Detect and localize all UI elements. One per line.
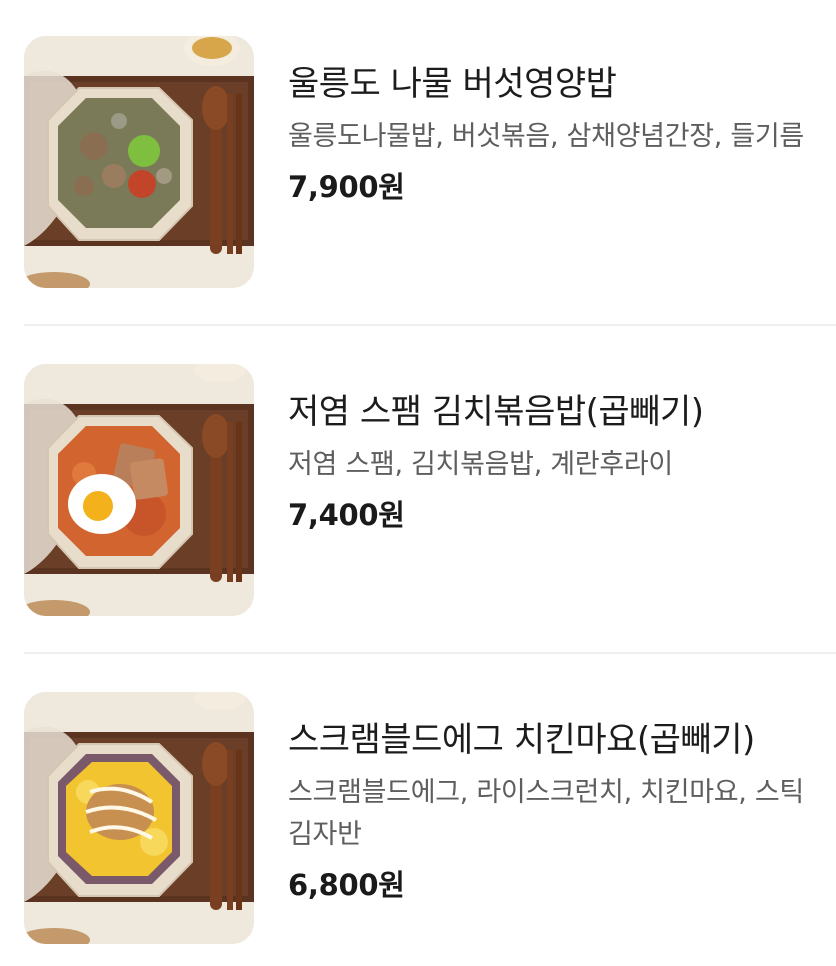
menu-item-info: 저염 스팸 김치볶음밥(곱빼기) 저염 스팸, 김치볶음밥, 계란후라이 7,4… xyxy=(288,388,828,536)
spam-kimchi-rice-bowl-photo xyxy=(24,364,254,616)
mushroom-rice-bowl-photo xyxy=(24,36,254,288)
menu-item-info: 스크램블드에그 치킨마요(곱빼기) 스크램블드에그, 라이스크런치, 치킨마요,… xyxy=(288,716,828,906)
menu-item-image xyxy=(24,692,254,944)
menu-item-price: 7,900원 xyxy=(288,170,405,204)
divider xyxy=(24,652,836,654)
menu-item-name: 저염 스팸 김치볶음밥(곱빼기) xyxy=(288,392,704,432)
menu-item-description: 스크램블드에그, 라이스크런치, 치킨마요, 스틱김자반 xyxy=(288,777,804,850)
menu-item[interactable]: 스크램블드에그 치킨마요(곱빼기) 스크램블드에그, 라이스크런치, 치킨마요,… xyxy=(0,656,836,946)
menu-item-description: 울릉도나물밥, 버섯볶음, 삼채양념간장, 들기름 xyxy=(288,121,804,152)
menu-item[interactable]: 저염 스팸 김치볶음밥(곱빼기) 저염 스팸, 김치볶음밥, 계란후라이 7,4… xyxy=(0,328,836,618)
menu-item-image xyxy=(24,364,254,616)
egg-chicken-mayo-bowl-photo xyxy=(24,692,254,944)
menu-item-info: 울릉도 나물 버섯영양밥 울릉도나물밥, 버섯볶음, 삼채양념간장, 들기름 7… xyxy=(288,60,828,208)
menu-item-image xyxy=(24,36,254,288)
menu-item-name: 스크램블드에그 치킨마요(곱빼기) xyxy=(288,720,755,760)
menu-item-name: 울릉도 나물 버섯영양밥 xyxy=(288,64,617,104)
menu-item-price: 7,400원 xyxy=(288,498,405,532)
menu-item-price: 6,800원 xyxy=(288,868,405,902)
menu-list: 울릉도 나물 버섯영양밥 울릉도나물밥, 버섯볶음, 삼채양념간장, 들기름 7… xyxy=(0,0,836,966)
menu-item-description: 저염 스팸, 김치볶음밥, 계란후라이 xyxy=(288,449,673,480)
menu-item[interactable]: 울릉도 나물 버섯영양밥 울릉도나물밥, 버섯볶음, 삼채양념간장, 들기름 7… xyxy=(0,0,836,290)
divider xyxy=(24,324,836,326)
